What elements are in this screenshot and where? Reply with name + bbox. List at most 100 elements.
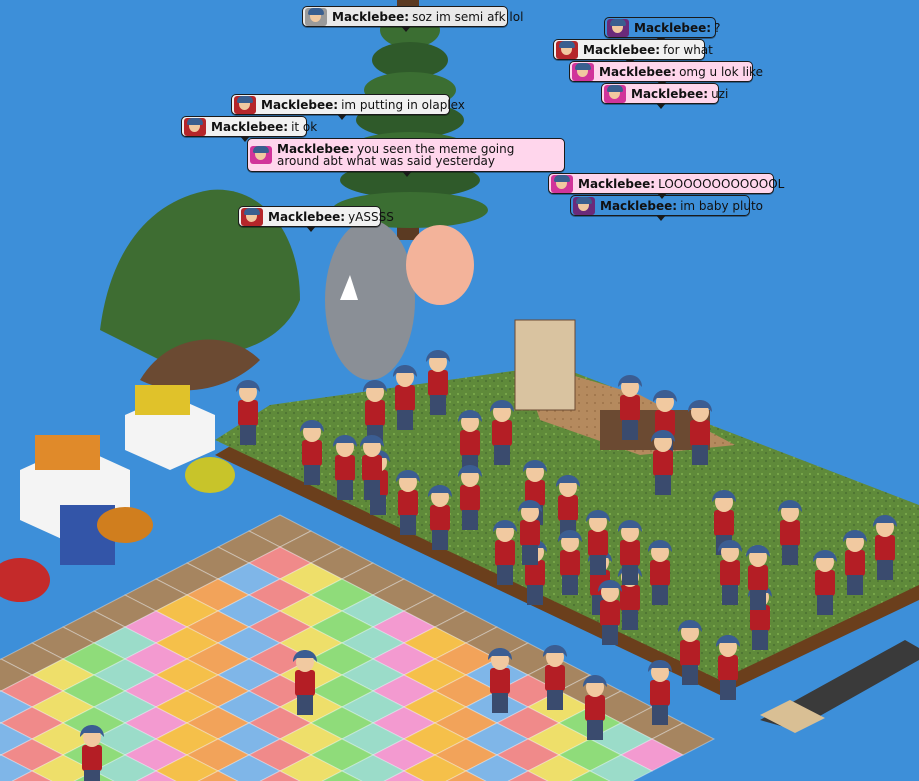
avatar-legs [304,465,320,485]
avatar-shirt [238,400,258,426]
chat-line: Macklebee: you seen the meme going around… [277,143,555,167]
chat-bubble-tail [656,215,666,221]
chat-bubble[interactable]: Macklebee: im baby pluto [570,195,763,221]
avatar-shirt [690,420,710,446]
chat-username: Macklebee: [634,20,712,35]
chat-message: LOOOOOOOOOOOOL [658,176,785,191]
beanbag-orange [97,507,153,543]
chat-line: Macklebee:? [634,22,720,34]
room-scene[interactable] [0,0,919,781]
avatar-shirt [875,535,895,561]
avatar-legs [752,630,768,650]
avatar-shirt [398,490,418,516]
chat-line: Macklebee: LOOOOOOOOOOOOL [578,178,784,190]
avatar-legs [847,575,863,595]
chat-line: Macklebee: omg u lok like [599,66,763,78]
avatar-shirt [492,420,512,446]
chat-avatar-icon [551,174,573,193]
avatar-legs [622,565,638,585]
chat-line: Macklebee: soz im semi afk lol [332,11,523,23]
avatar-legs [587,720,603,740]
avatar-shirt [620,540,640,566]
avatar-shirt [295,670,315,696]
avatar-shirt [815,570,835,596]
avatar-legs [462,510,478,530]
avatar-legs [84,770,100,781]
chat-bubble[interactable]: Macklebee: LOOOOOOOOOOOOL [548,173,784,199]
avatar-legs [590,555,606,575]
avatar-shirt [520,520,540,546]
chat-message: ? [714,20,721,35]
avatar-shirt [490,668,510,694]
chat-bubble[interactable]: Macklebee: you seen the meme going around… [247,138,565,177]
avatar-legs [750,590,766,610]
avatar-shirt [428,370,448,396]
chat-bubble[interactable]: Macklebee: yASSSS [238,206,394,232]
avatar-legs [364,480,380,500]
rock-waterfall [325,220,415,380]
chat-avatar-icon [241,207,263,226]
chat-username: Macklebee: [211,119,289,134]
avatar-shirt [780,520,800,546]
chat-username: Macklebee: [332,9,410,24]
avatar-shirt [460,485,480,511]
avatar-legs [602,625,618,645]
avatar-shirt [495,540,515,566]
chat-avatar-icon [184,117,206,136]
avatar-legs [494,445,510,465]
avatar-legs [297,695,313,715]
avatar-shirt [585,695,605,721]
avatar-shirt [560,550,580,576]
avatar-shirt [600,600,620,626]
avatar-legs [622,420,638,440]
chat-avatar-icon [573,196,595,215]
avatar-shirt [588,530,608,556]
chat-username: Macklebee: [631,86,709,101]
avatar-shirt [545,665,565,691]
avatar-legs [497,565,513,585]
chat-avatar-icon [572,62,594,81]
painting-stand [514,319,576,411]
avatar-shirt [82,745,102,771]
chat-bubble[interactable]: Macklebee: im putting in olaplex [231,94,465,120]
chat-avatar-icon [305,7,327,26]
avatar-shirt [558,495,578,521]
chat-line: Macklebee: for what [583,44,713,56]
chat-message: it ok [291,119,318,134]
avatar-legs [430,395,446,415]
chat-username: Macklebee: [600,198,678,213]
chat-bubble[interactable]: Macklebee: uzi [601,83,728,109]
chat-bubble-tail [306,226,316,232]
avatar-legs [337,480,353,500]
chat-bubble[interactable]: Macklebee:? [604,17,720,43]
avatar-shirt [680,640,700,666]
avatar-legs [782,545,798,565]
avatar-shirt [720,560,740,586]
chat-bubble[interactable]: Macklebee: it ok [181,116,317,142]
chat-bubble[interactable]: Macklebee: omg u lok like [569,61,763,87]
avatar-legs [432,530,448,550]
avatar-shirt [620,395,640,421]
chat-username: Macklebee: [599,64,677,79]
avatar-legs [622,610,638,630]
chat-bubble[interactable]: Macklebee: soz im semi afk lol [302,6,523,32]
avatar-shirt [748,565,768,591]
beanbag-red [0,558,50,602]
avatar-shirt [395,385,415,411]
chat-line: Macklebee: yASSSS [268,211,394,223]
avatar-shirt [335,455,355,481]
avatar-legs [397,410,413,430]
avatar-shirt [362,455,382,481]
chat-avatar-icon [556,40,578,59]
avatar-legs [720,680,736,700]
chat-bubble-tail [337,114,347,120]
chat-bubble[interactable]: Macklebee: for what [553,39,713,65]
chat-avatar-icon [234,95,256,114]
chat-message: im baby pluto [680,198,764,213]
avatar-shirt [653,450,673,476]
game-room-viewport[interactable]: Macklebee: soz im semi afk lol Macklebee:?… [0,0,919,781]
avatar-legs [400,515,416,535]
avatar-shirt [714,510,734,536]
chat-message: omg u lok like [679,64,763,79]
avatar-shirt [650,560,670,586]
